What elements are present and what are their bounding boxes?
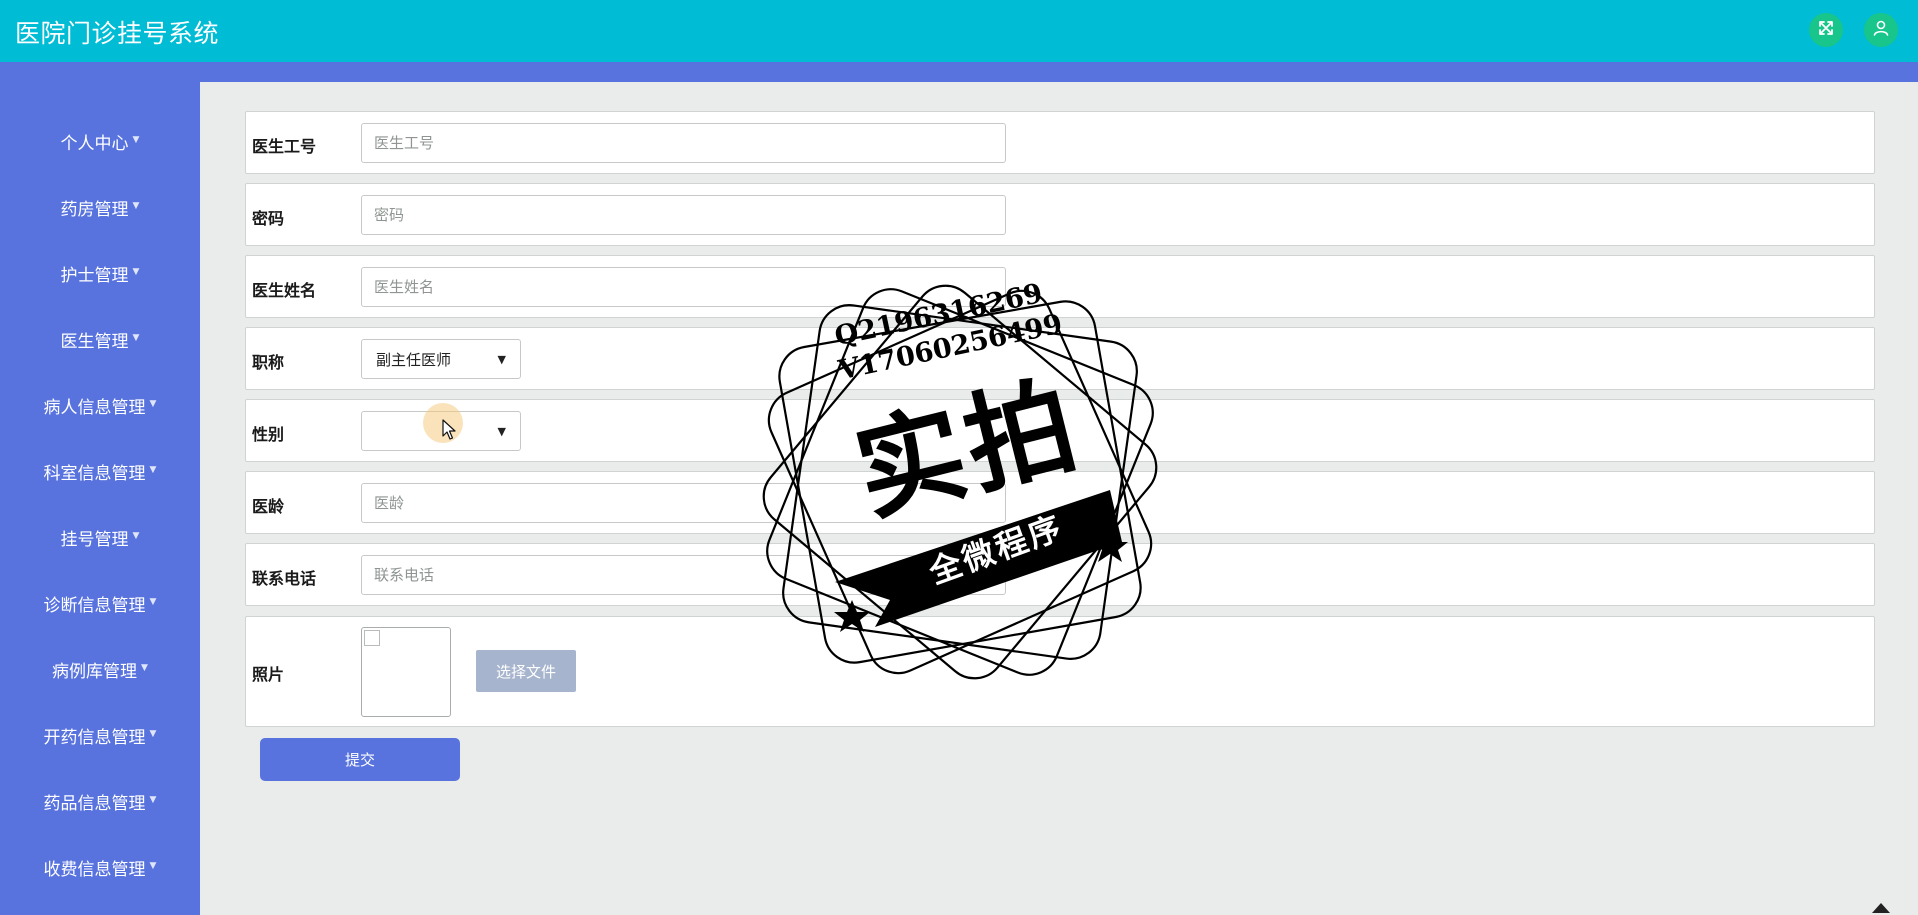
sidebar-item-registration[interactable]: 挂号管理 ▼ — [0, 504, 200, 570]
field-label: 医生姓名 — [252, 281, 317, 300]
caret-down-icon: ▼ — [141, 663, 148, 673]
sidebar-item-billing-info[interactable]: 收费信息管理 ▼ — [0, 834, 200, 900]
chevron-down-icon: ▼ — [497, 424, 506, 438]
chevron-down-icon: ▼ — [497, 352, 506, 366]
scroll-up-icon[interactable] — [1872, 903, 1890, 913]
sidebar-item-label: 护士管理 — [60, 265, 129, 286]
sidebar-item-case-library[interactable]: 病例库管理 ▼ — [0, 636, 200, 702]
select-value: 副主任医师 — [376, 350, 452, 369]
choose-file-button[interactable]: 选择文件 — [476, 650, 576, 692]
sidebar-item-label: 药品信息管理 — [43, 793, 146, 814]
caret-down-icon: ▼ — [132, 201, 140, 211]
field-label: 联系电话 — [252, 569, 317, 588]
sidebar-item-doctor[interactable]: 医生管理 ▼ — [0, 306, 200, 372]
sidebar-item-label: 科室信息管理 — [43, 463, 146, 484]
sidebar-item-label: 病人信息管理 — [43, 397, 146, 418]
password-input[interactable] — [361, 195, 1006, 235]
title-select[interactable]: 副主任医师 ▼ — [361, 339, 521, 379]
sidebar-item-label: 收费信息管理 — [43, 859, 146, 880]
sidebar-item-personal-center[interactable]: 个人中心 ▼ — [0, 108, 200, 174]
caret-down-icon: ▼ — [149, 861, 157, 871]
photo-preview — [361, 627, 451, 717]
field-label: 照片 — [252, 665, 285, 684]
caret-down-icon: ▼ — [132, 531, 140, 541]
header-strip — [0, 62, 1918, 82]
sidebar-item-nurse[interactable]: 护士管理 ▼ — [0, 240, 200, 306]
sidebar-item-drug-info[interactable]: 药品信息管理 ▼ — [0, 768, 200, 834]
field-label: 性别 — [252, 425, 285, 444]
caret-down-icon: ▼ — [149, 795, 157, 805]
sidebar-item-label: 医生管理 — [60, 331, 129, 352]
broken-image-icon — [364, 630, 380, 646]
sidebar-item-label: 病例库管理 — [52, 661, 138, 682]
app-title: 医院门诊挂号系统 — [15, 19, 220, 48]
sidebar-menu: 个人中心 ▼ 药房管理 ▼ 护士管理 ▼ 医生管理 ▼ 病人信息管理 ▼ 科室信息管理 ▼ … — [0, 108, 200, 900]
caret-down-icon: ▼ — [132, 267, 140, 277]
caret-down-icon: ▼ — [149, 399, 157, 409]
sidebar-item-department-info[interactable]: 科室信息管理 ▼ — [0, 438, 200, 504]
caret-down-icon: ▼ — [132, 135, 140, 145]
mouse-cursor-icon — [442, 419, 456, 440]
caret-down-icon: ▼ — [149, 465, 157, 475]
caret-down-icon: ▼ — [149, 729, 157, 739]
doctor-id-input[interactable] — [361, 123, 1006, 163]
top-bar: 医院门诊挂号系统 — [0, 0, 1918, 62]
fullscreen-icon — [1817, 19, 1835, 41]
form-row-doctor-id: 医生工号 — [245, 111, 1875, 174]
sidebar-item-pharmacy[interactable]: 药房管理 ▼ — [0, 174, 200, 240]
field-label: 医生工号 — [252, 137, 317, 156]
form-row-password: 密码 — [245, 183, 1875, 246]
sidebar-item-label: 药房管理 — [60, 199, 129, 220]
watermark-stamp: Q2196316269 V17060256499 实拍 全微程序 — [740, 262, 1180, 702]
sidebar-item-prescription-info[interactable]: 开药信息管理 ▼ — [0, 702, 200, 768]
sidebar-item-label: 挂号管理 — [60, 529, 129, 550]
sidebar-item-label: 开药信息管理 — [43, 727, 146, 748]
caret-down-icon: ▼ — [132, 333, 140, 343]
user-icon — [1872, 19, 1890, 41]
submit-button[interactable]: 提交 — [260, 738, 460, 781]
fullscreen-button[interactable] — [1809, 13, 1843, 47]
sidebar-item-label: 个人中心 — [60, 133, 129, 154]
sidebar-item-label: 诊断信息管理 — [43, 595, 146, 616]
field-label: 密码 — [252, 209, 285, 228]
sidebar-item-patient-info[interactable]: 病人信息管理 ▼ — [0, 372, 200, 438]
field-label: 医龄 — [252, 497, 285, 516]
field-label: 职称 — [252, 353, 285, 372]
sidebar-item-diagnosis-info[interactable]: 诊断信息管理 ▼ — [0, 570, 200, 636]
caret-down-icon: ▼ — [149, 597, 157, 607]
user-button[interactable] — [1864, 13, 1898, 47]
